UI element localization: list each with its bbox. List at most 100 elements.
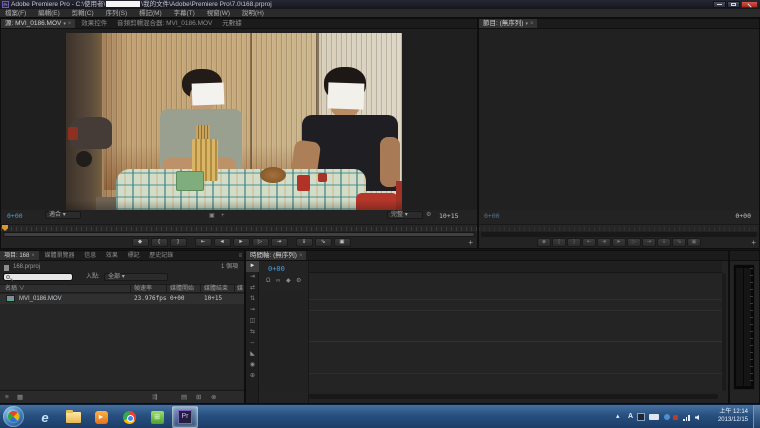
- mark-out-button[interactable]: }: [567, 238, 581, 247]
- track-select-tool[interactable]: ⇥: [246, 272, 259, 283]
- taskbar-green-app[interactable]: ⊞: [144, 406, 170, 428]
- mark-out-button[interactable]: }: [170, 238, 187, 247]
- automate-to-sequence-icon[interactable]: ⇶: [152, 391, 157, 404]
- timeline-vertical-scrollbar[interactable]: [722, 273, 726, 391]
- add-marker-button[interactable]: ◆: [132, 238, 149, 247]
- button-editor-icon[interactable]: +: [751, 238, 756, 247]
- timeline-ruler[interactable]: [308, 261, 722, 273]
- slip-tool[interactable]: ⇆: [246, 327, 259, 338]
- menu-help[interactable]: 說明(H): [237, 9, 269, 18]
- timeline-horizontal-scrollbar[interactable]: [309, 394, 718, 399]
- new-bin-icon[interactable]: ▤: [181, 391, 187, 404]
- play-button[interactable]: ►: [612, 238, 626, 247]
- maximize-button[interactable]: [727, 1, 740, 8]
- menu-marker[interactable]: 標記(M): [134, 9, 167, 18]
- export-frame-button[interactable]: ▣: [687, 238, 701, 247]
- chevron-down-icon[interactable]: ▾: [525, 19, 528, 29]
- delete-icon[interactable]: ⊗: [211, 391, 216, 404]
- tab-project[interactable]: 項目: 168 ×: [0, 251, 39, 261]
- panel-menu-icon[interactable]: ≡: [238, 251, 242, 261]
- search-input[interactable]: [3, 273, 73, 281]
- start-button[interactable]: [3, 406, 24, 427]
- tab-effect-controls[interactable]: 效果控件: [77, 19, 111, 29]
- export-frame-button[interactable]: ▣: [334, 238, 351, 247]
- taskbar-media-player[interactable]: ►: [88, 406, 114, 428]
- insert-button[interactable]: ⇓: [296, 238, 313, 247]
- source-scrollbar[interactable]: [3, 232, 475, 237]
- tab-metadata[interactable]: 元數據: [218, 19, 246, 29]
- add-marker-icon[interactable]: ◆: [286, 277, 291, 285]
- program-time-ruler[interactable]: [479, 224, 759, 231]
- taskbar-file-explorer[interactable]: [60, 406, 86, 428]
- selection-tool[interactable]: ►: [246, 261, 259, 272]
- source-time-ruler[interactable]: [1, 224, 477, 231]
- go-to-in-button[interactable]: ⇤: [582, 238, 596, 247]
- minimize-button[interactable]: [713, 1, 726, 8]
- new-item-icon[interactable]: ⊞: [196, 391, 201, 404]
- source-current-timecode[interactable]: 0+00: [7, 212, 23, 220]
- step-forward-button[interactable]: ▷: [252, 238, 269, 247]
- add-marker-button[interactable]: ◆: [537, 238, 551, 247]
- go-to-in-button[interactable]: ⇤: [195, 238, 212, 247]
- razor-tool[interactable]: ◫: [246, 316, 259, 327]
- program-scrollbar[interactable]: [481, 232, 757, 237]
- table-row[interactable]: MVI_0186.MOV 23.976fps 0+00 10+15: [0, 294, 244, 304]
- menu-title[interactable]: 字幕(T): [169, 9, 200, 18]
- program-monitor-body[interactable]: [479, 29, 759, 210]
- close-tab-icon[interactable]: ×: [68, 19, 72, 29]
- step-back-button[interactable]: ◄: [597, 238, 611, 247]
- close-button[interactable]: [741, 1, 758, 8]
- taskbar-clock[interactable]: 上午 12:14 2013/12/15: [718, 408, 748, 424]
- in-point-filter-select[interactable]: 全部 ▾: [104, 273, 168, 281]
- tray-app-icon[interactable]: [664, 414, 670, 420]
- project-file-name[interactable]: 168.prproj: [13, 263, 40, 272]
- go-to-out-button[interactable]: ⇥: [642, 238, 656, 247]
- timeline-current-timecode[interactable]: 0+00: [268, 265, 285, 273]
- tab-source[interactable]: 源: MVI_0186.MOV ▾ ×: [1, 19, 75, 29]
- button-editor-icon[interactable]: +: [468, 238, 473, 247]
- mark-in-button[interactable]: {: [552, 238, 566, 247]
- menu-file[interactable]: 檔案(F): [0, 9, 31, 18]
- keyboard-icon[interactable]: [649, 414, 659, 420]
- tab-timeline[interactable]: 時間軸: (無序列) ×: [246, 251, 306, 261]
- tab-audio-clip-mixer[interactable]: 音頻剪輯混合器: MVI_0186.MOV: [113, 19, 216, 29]
- timeline-settings-wrench-icon[interactable]: ⚙: [296, 277, 301, 285]
- pen-tool[interactable]: ◣: [246, 349, 259, 360]
- taskbar-chrome[interactable]: [116, 406, 142, 428]
- volume-icon[interactable]: [695, 415, 699, 420]
- project-list-empty-area[interactable]: [0, 304, 244, 389]
- source-zoom-level-select[interactable]: 適合 ▾: [45, 211, 81, 219]
- safe-margins-icon[interactable]: ▣: [209, 212, 215, 220]
- timeline-tracks-area[interactable]: [309, 273, 722, 391]
- menu-window[interactable]: 視窗(W): [202, 9, 235, 18]
- overwrite-button[interactable]: ⇘: [315, 238, 332, 247]
- close-tab-icon[interactable]: ×: [31, 251, 35, 261]
- chevron-down-icon[interactable]: ▾: [63, 19, 66, 29]
- ripple-edit-tool[interactable]: ⇄: [246, 283, 259, 294]
- list-view-icon[interactable]: ≡: [5, 391, 9, 404]
- taskbar-internet-explorer[interactable]: e: [32, 406, 58, 428]
- go-to-out-button[interactable]: ⇥: [271, 238, 288, 247]
- tab-info[interactable]: 信息: [80, 251, 100, 261]
- play-button[interactable]: ►: [233, 238, 250, 247]
- slide-tool[interactable]: ⇔: [246, 338, 259, 349]
- rolling-edit-tool[interactable]: ⇅: [246, 294, 259, 305]
- ime-language-indicator[interactable]: A: [628, 413, 633, 421]
- column-media-start[interactable]: 媒體開始: [170, 285, 194, 294]
- tab-program[interactable]: 節目: (無序列) ▾ ×: [479, 19, 537, 29]
- snap-icon[interactable]: Ω: [266, 277, 271, 285]
- column-truncated[interactable]: 媒: [237, 285, 243, 294]
- hidden-icons-chevron[interactable]: ▴: [616, 413, 620, 421]
- tab-markers[interactable]: 標記: [124, 251, 144, 261]
- menu-clip[interactable]: 剪輯(C): [67, 9, 99, 18]
- lift-button[interactable]: ⇓: [657, 238, 671, 247]
- program-current-timecode[interactable]: 0+00: [484, 212, 500, 220]
- column-frame-rate[interactable]: 幀速率: [134, 285, 152, 294]
- ime-mode-icon[interactable]: [637, 413, 645, 421]
- close-tab-icon[interactable]: ×: [299, 251, 303, 261]
- extract-button[interactable]: ⇘: [672, 238, 686, 247]
- source-resolution-select[interactable]: 完整 ▾: [387, 211, 423, 219]
- track-header-column[interactable]: [260, 291, 308, 391]
- step-back-button[interactable]: ◄: [214, 238, 231, 247]
- rate-stretch-tool[interactable]: ⇝: [246, 305, 259, 316]
